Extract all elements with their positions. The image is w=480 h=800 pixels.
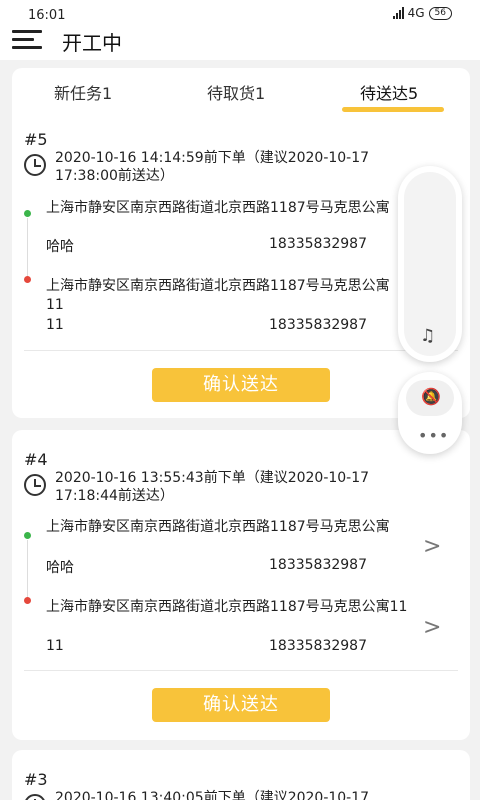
tab-new-tasks[interactable]: 新任务1	[54, 80, 112, 104]
pickup-phone[interactable]: 18335832987	[269, 557, 367, 573]
chevron-right-icon[interactable]: >	[423, 615, 441, 640]
pickup-dot-icon	[24, 210, 31, 217]
order-time-line2: 17:38:00前送达）	[55, 168, 174, 184]
pickup-address: 上海市静安区南京西路街道北京西路1187号马克思公寓	[46, 200, 390, 216]
status-indicators: 4G 56	[392, 6, 452, 20]
order-time-line1: 2020-10-16 13:55:43前下单（建议2020-10-17	[55, 470, 370, 486]
delivery-dot-icon	[24, 597, 31, 604]
order-time: 2020-10-16 14:14:59前下单（建议2020-10-17 17:3…	[55, 149, 435, 185]
hamburger-menu-icon[interactable]	[12, 28, 42, 50]
floating-controls: 🔕 •••	[398, 372, 462, 454]
route-line	[27, 218, 28, 276]
battery-icon: 56	[428, 6, 452, 20]
bell-button[interactable]: 🔕	[406, 380, 454, 416]
delivery-address: 上海市静安区南京西路街道北京西路1187号马克思公寓11	[46, 278, 390, 313]
delivery-dot-icon	[24, 276, 31, 283]
more-dots-icon[interactable]: •••	[418, 426, 449, 445]
divider	[24, 350, 458, 351]
chevron-right-icon[interactable]: >	[423, 534, 441, 559]
music-note-icon[interactable]: ♫	[420, 326, 435, 346]
floating-panel[interactable]: ♫	[398, 166, 462, 362]
pickup-phone[interactable]: 18335832987	[269, 236, 367, 252]
route-line	[27, 540, 28, 598]
order-time-line1: 2020-10-16 13:40:05前下单（建议2020-10-17	[55, 790, 370, 800]
clock-icon	[24, 794, 46, 800]
order-time-line2: 17:18:44前送达）	[55, 488, 174, 504]
pickup-name: 哈哈	[46, 560, 74, 576]
status-time: 16:01	[28, 8, 66, 23]
order-number: #5	[24, 130, 48, 149]
clock-icon	[24, 154, 46, 176]
delivery-address: 上海市静安区南京西路街道北京西路1187号马克思公寓11	[46, 599, 408, 615]
delivery-phone[interactable]: 18335832987	[269, 317, 367, 333]
order-card-3: #3 2020-10-16 13:40:05前下单（建议2020-10-17	[12, 750, 470, 800]
confirm-delivery-button[interactable]: 确认送达	[152, 688, 330, 722]
status-bar: 16:01 4G 56	[0, 0, 480, 23]
tab-pending-delivery[interactable]: 待送达5	[360, 80, 418, 104]
app-bar: 开工中	[0, 22, 480, 60]
delivery-name: 11	[46, 638, 64, 654]
pickup-name: 哈哈	[46, 239, 74, 255]
delivery-phone[interactable]: 18335832987	[269, 638, 367, 654]
order-number: #4	[24, 450, 48, 469]
active-tab-indicator	[342, 107, 444, 112]
pickup-dot-icon	[24, 532, 31, 539]
order-time: 2020-10-16 13:55:43前下单（建议2020-10-17 17:1…	[55, 469, 435, 505]
signal-icon	[392, 7, 404, 19]
tab-bar: 新任务1 待取货1 待送达5	[12, 68, 470, 118]
delivery-name: 11	[46, 317, 64, 333]
divider	[24, 670, 458, 671]
order-number: #3	[24, 770, 48, 789]
page-title: 开工中	[62, 31, 122, 55]
pickup-address: 上海市静安区南京西路街道北京西路1187号马克思公寓	[46, 519, 390, 535]
bell-off-icon: 🔕	[421, 387, 441, 406]
order-time-line1: 2020-10-16 14:14:59前下单（建议2020-10-17	[55, 150, 370, 166]
tab-pending-pickup[interactable]: 待取货1	[207, 80, 265, 104]
order-card-2: #4 2020-10-16 13:55:43前下单（建议2020-10-17 1…	[12, 430, 470, 740]
network-type: 4G	[407, 6, 425, 20]
confirm-delivery-button[interactable]: 确认送达	[152, 368, 330, 402]
clock-icon	[24, 474, 46, 496]
